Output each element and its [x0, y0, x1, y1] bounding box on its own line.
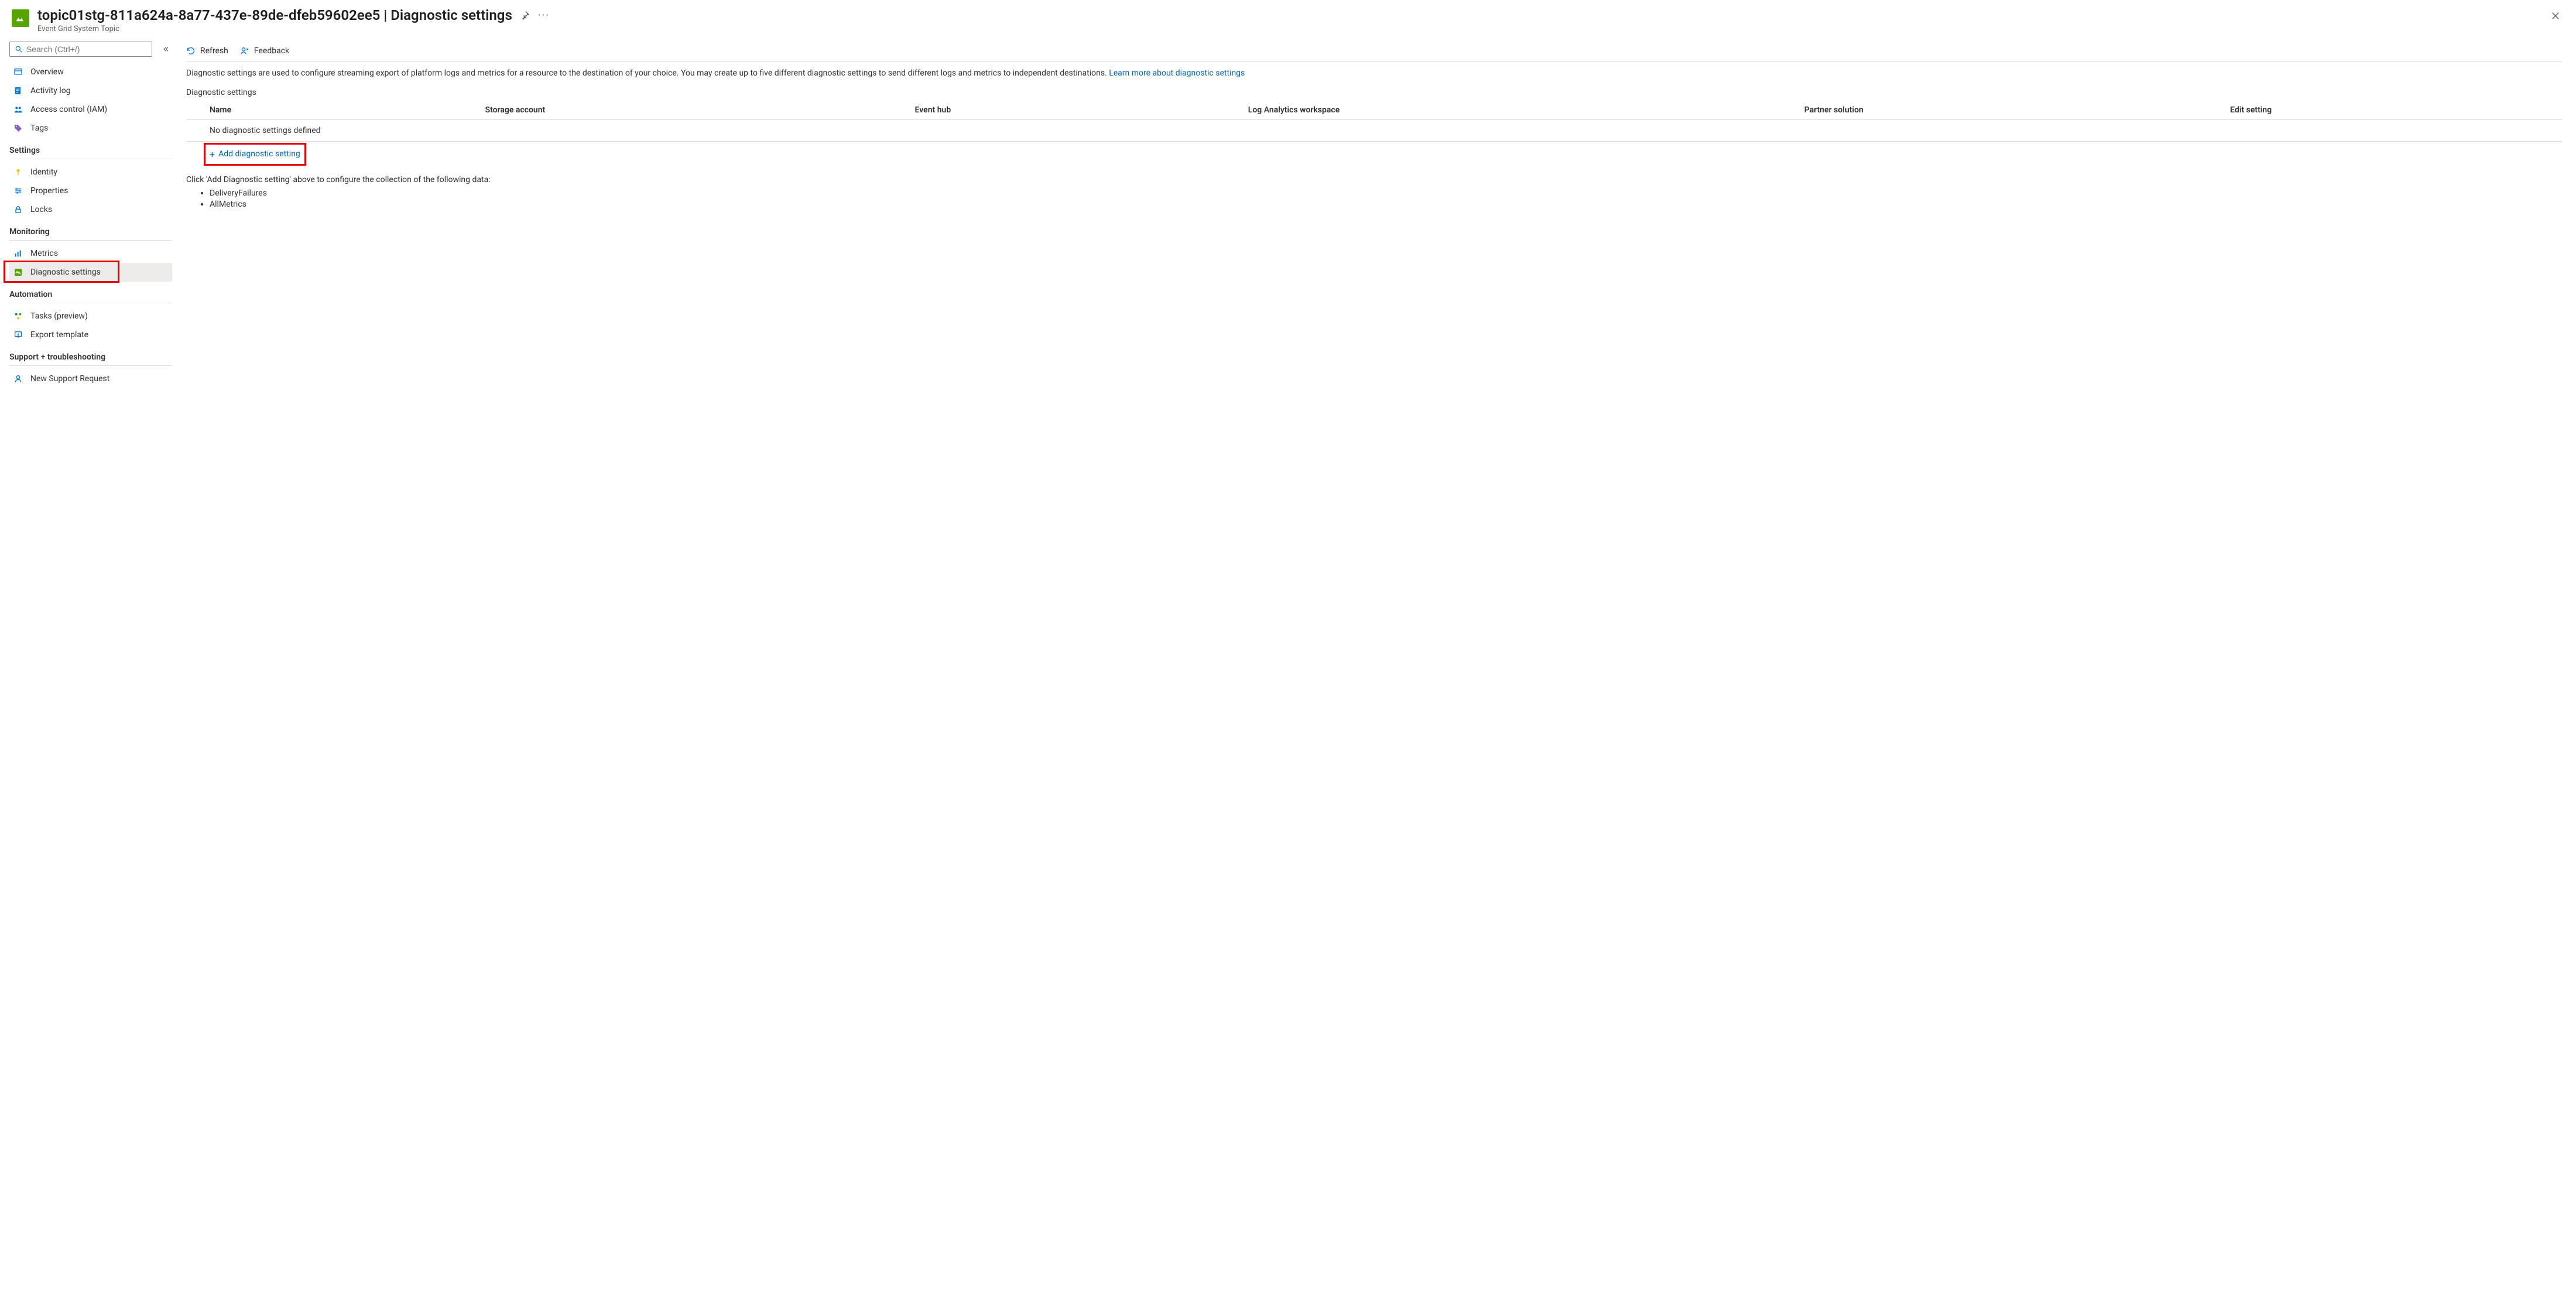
overview-icon: [13, 67, 23, 77]
sidebar-item-diagnostic-settings[interactable]: Diagnostic settings: [9, 263, 172, 282]
more-icon[interactable]: ···: [538, 9, 550, 22]
tags-icon: [13, 124, 23, 133]
intro-text: Diagnostic settings are used to configur…: [186, 68, 2562, 80]
sidebar-item-identity[interactable]: Identity: [9, 163, 172, 182]
sidebar-item-label: Export template: [30, 330, 88, 340]
table-header-name: Name: [186, 101, 462, 120]
diagnostic-settings-label: Diagnostic settings: [186, 88, 2562, 97]
page-title: topic01stg-811a624a-8a77-437e-89de-dfeb5…: [37, 7, 512, 23]
table-header-event-hub: Event hub: [892, 101, 1225, 120]
data-category-item: DeliveryFailures: [210, 188, 2562, 200]
sidebar-group-monitoring: Monitoring: [9, 219, 172, 241]
collapse-sidebar-button[interactable]: [159, 43, 172, 56]
sidebar-item-overview[interactable]: Overview: [9, 63, 172, 81]
sidebar: Overview Activity log Access control (IAM)…: [0, 38, 181, 400]
resource-icon: [12, 9, 29, 27]
table-header-edit-setting: Edit setting: [2207, 101, 2562, 120]
sidebar-item-label: Tasks (preview): [30, 311, 88, 321]
sidebar-item-label: Diagnostic settings: [30, 268, 101, 277]
sidebar-item-label: Overview: [30, 67, 64, 77]
tasks-icon: [13, 311, 23, 321]
sidebar-group-automation: Automation: [9, 282, 172, 303]
sidebar-item-tasks-preview-[interactable]: Tasks (preview): [9, 307, 172, 326]
sidebar-item-activity-log[interactable]: Activity log: [9, 81, 172, 100]
support-icon: [13, 374, 23, 383]
properties-icon: [13, 186, 23, 196]
locks-icon: [13, 205, 23, 214]
instruction-text: Click 'Add Diagnostic setting' above to …: [186, 175, 2562, 184]
add-diagnostic-setting-link[interactable]: + Add diagnostic setting: [210, 149, 300, 160]
sidebar-search[interactable]: [9, 42, 152, 57]
table-header-storage-account: Storage account: [462, 101, 892, 120]
sidebar-item-label: Properties: [30, 186, 68, 196]
activity-icon: [13, 86, 23, 95]
sidebar-group-support-troubleshooting: Support + troubleshooting: [9, 344, 172, 366]
export-icon: [13, 330, 23, 340]
empty-row-text: No diagnostic settings defined: [186, 119, 2562, 141]
sidebar-item-properties[interactable]: Properties: [9, 182, 172, 200]
main-content: Refresh Feedback Diagnostic settings are…: [181, 38, 2576, 400]
diagnostic-settings-table: NameStorage accountEvent hubLog Analytic…: [186, 101, 2562, 142]
sidebar-item-label: Tags: [30, 124, 48, 133]
feedback-button[interactable]: Feedback: [240, 46, 289, 56]
sidebar-item-tags[interactable]: Tags: [9, 119, 172, 138]
feedback-icon: [240, 46, 249, 56]
table-empty-row: No diagnostic settings defined: [186, 119, 2562, 141]
sidebar-search-input[interactable]: [26, 44, 147, 54]
table-header-partner-solution: Partner solution: [1781, 101, 2207, 120]
add-diagnostic-setting-label: Add diagnostic setting: [218, 149, 300, 159]
sidebar-item-label: Locks: [30, 205, 52, 214]
data-categories-list: DeliveryFailuresAllMetrics: [210, 188, 2562, 211]
search-icon: [15, 45, 23, 53]
page-header: topic01stg-811a624a-8a77-437e-89de-dfeb5…: [0, 0, 2576, 38]
sidebar-item-new-support-request[interactable]: New Support Request: [9, 369, 172, 388]
refresh-label: Refresh: [200, 46, 228, 56]
refresh-button[interactable]: Refresh: [186, 46, 228, 56]
close-button[interactable]: [2547, 7, 2564, 25]
sidebar-item-label: New Support Request: [30, 374, 109, 383]
pin-icon[interactable]: [520, 11, 530, 20]
iam-icon: [13, 105, 23, 114]
feedback-label: Feedback: [254, 46, 289, 56]
refresh-icon: [186, 46, 196, 56]
sidebar-item-access-control-iam-[interactable]: Access control (IAM): [9, 100, 172, 119]
sidebar-item-label: Identity: [30, 167, 57, 177]
sidebar-group-settings: Settings: [9, 138, 172, 159]
sidebar-item-export-template[interactable]: Export template: [9, 326, 172, 344]
plus-icon: +: [210, 149, 215, 160]
sidebar-item-locks[interactable]: Locks: [9, 200, 172, 219]
sidebar-item-label: Metrics: [30, 249, 58, 258]
learn-more-link[interactable]: Learn more about diagnostic settings: [1109, 69, 1245, 78]
sidebar-item-label: Access control (IAM): [30, 105, 107, 114]
sidebar-item-label: Activity log: [30, 86, 71, 95]
metrics-icon: [13, 249, 23, 258]
command-bar: Refresh Feedback: [186, 43, 2562, 62]
identity-icon: [13, 167, 23, 177]
sidebar-item-metrics[interactable]: Metrics: [9, 244, 172, 263]
data-category-item: AllMetrics: [210, 199, 2562, 211]
resource-type-label: Event Grid System Topic: [37, 25, 2539, 33]
table-header-log-analytics-workspace: Log Analytics workspace: [1225, 101, 1781, 120]
diagnostic-icon: [13, 268, 23, 277]
